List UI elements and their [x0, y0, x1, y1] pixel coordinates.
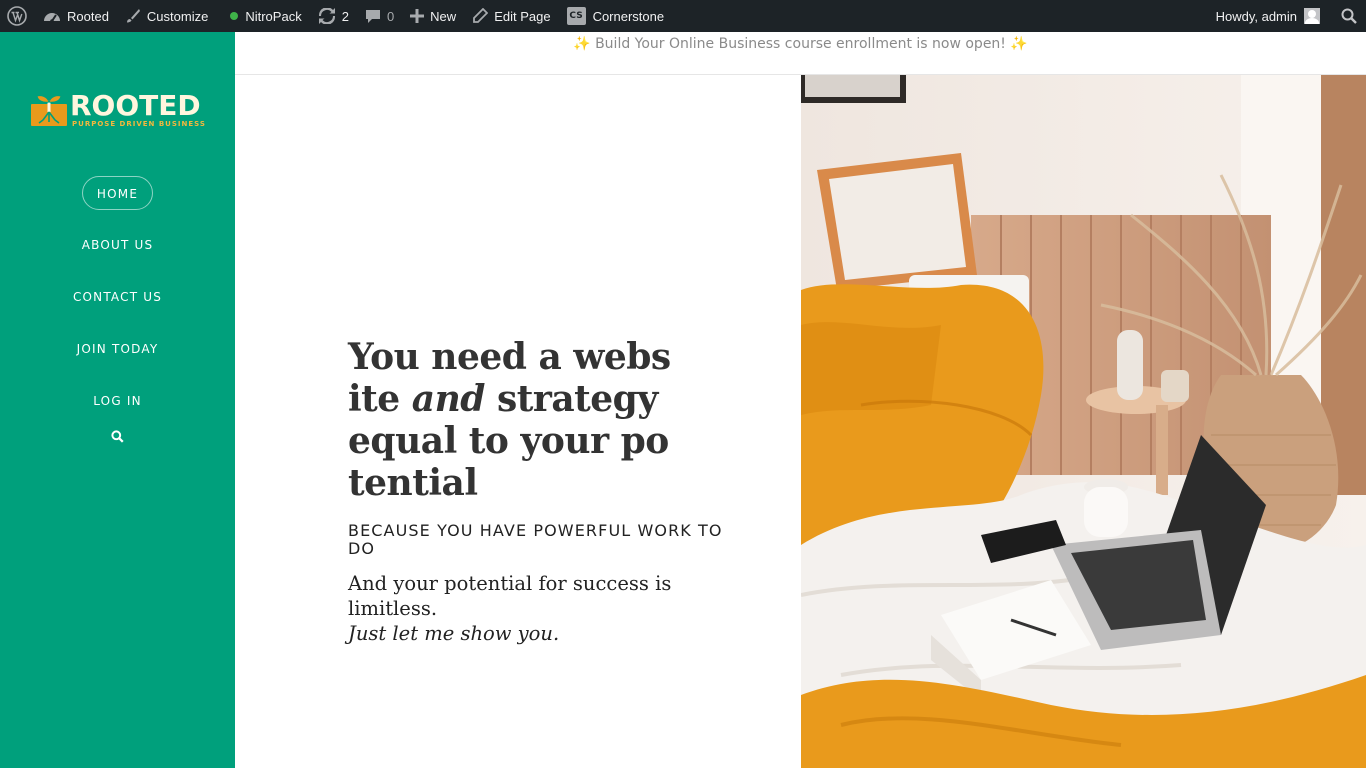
nav-item-log-in[interactable]: LOG IN [0, 384, 235, 436]
account-menu[interactable]: Howdy, admin [1208, 0, 1332, 32]
new-label: New [430, 8, 457, 24]
logo-tagline: PURPOSE DRIVEN BUSINESS [72, 120, 206, 128]
hero-section: You need a website and strategy equal to… [348, 336, 748, 646]
main-nav: HOME ABOUT US CONTACT US JOIN TODAY LOG … [0, 176, 235, 443]
edit-page-label: Edit Page [494, 8, 551, 24]
sprout-logo-icon [31, 95, 67, 126]
cornerstone-label: Cornerstone [592, 8, 665, 24]
announcement-bar: ✨ Build Your Online Business course enro… [235, 32, 1366, 75]
wordpress-icon [7, 6, 27, 26]
admin-bar: Rooted Customize NitroPack 2 0 New Edit … [0, 0, 1366, 32]
hero-headline: You need a website and strategy equal to… [348, 336, 671, 504]
sparkle-icon: ✨ [573, 36, 591, 52]
new-content-link[interactable]: New [402, 0, 464, 32]
comments-count: 0 [386, 8, 395, 24]
nitropack-link[interactable]: NitroPack [216, 0, 309, 32]
dashboard-icon [43, 8, 61, 24]
nitropack-label: NitroPack [245, 8, 302, 24]
hero-photo [801, 75, 1366, 768]
admin-search-button[interactable] [1332, 0, 1366, 32]
nav-item-join-today[interactable]: JOIN TODAY [0, 332, 235, 384]
wordpress-logo-button[interactable] [0, 0, 35, 32]
nav-search-button[interactable] [0, 430, 235, 443]
comments-link[interactable]: 0 [357, 0, 402, 32]
nav-item-about-us[interactable]: ABOUT US [0, 228, 235, 280]
announcement-link[interactable]: Build Your Online Business course enroll… [595, 36, 1006, 52]
cornerstone-icon: CS [566, 7, 586, 25]
status-dot-icon [230, 12, 239, 20]
updates-count: 2 [341, 8, 349, 24]
bedroom-workspace-image [801, 75, 1366, 768]
site-name: Rooted [67, 8, 109, 24]
site-name-link[interactable]: Rooted [35, 0, 117, 32]
sidebar: ROOTED PURPOSE DRIVEN BUSINESS HOME ABOU… [0, 32, 235, 768]
site-logo[interactable]: ROOTED PURPOSE DRIVEN BUSINESS [30, 90, 206, 130]
brush-icon [125, 8, 141, 24]
search-icon [1341, 8, 1357, 24]
nav-item-home[interactable]: HOME [0, 176, 235, 228]
customize-link[interactable]: Customize [117, 0, 216, 32]
howdy-label: Howdy, admin [1215, 8, 1297, 24]
updates-link[interactable]: 2 [310, 0, 357, 32]
pencil-icon [472, 8, 489, 24]
hero-subheading: BECAUSE YOU HAVE POWERFUL WORK TO DO [348, 521, 723, 558]
search-icon [111, 430, 124, 443]
updates-icon [318, 8, 336, 24]
headline-emphasis: and [411, 378, 486, 420]
hero-lead: And your potential for success is limitl… [348, 571, 678, 646]
avatar [1304, 8, 1320, 24]
cornerstone-link[interactable]: CS Cornerstone [559, 0, 673, 32]
customize-label: Customize [146, 8, 209, 24]
edit-page-link[interactable]: Edit Page [464, 0, 558, 32]
comment-icon [365, 8, 381, 24]
hero-lead-italic: Just let me show you. [348, 622, 560, 645]
sparkle-icon: ✨ [1010, 36, 1028, 52]
logo-wordmark: ROOTED [70, 89, 201, 122]
nav-item-contact-us[interactable]: CONTACT US [0, 280, 235, 332]
plus-icon [410, 9, 425, 23]
